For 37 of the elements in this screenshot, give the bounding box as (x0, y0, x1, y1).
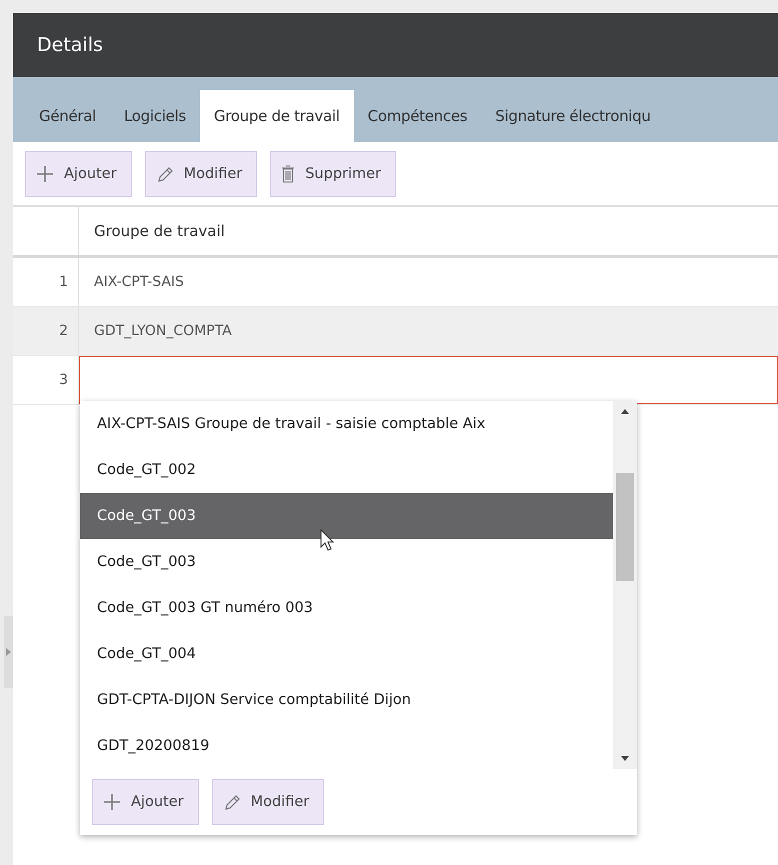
dropdown-option[interactable]: Code_GT_004 (80, 631, 613, 677)
scrollbar[interactable] (613, 401, 637, 769)
row-number: 2 (59, 323, 68, 339)
add-button[interactable]: Ajouter (25, 150, 132, 196)
dropdown-option[interactable]: GDT-CPTA-DIJON Service comptabilité Dijon (80, 677, 613, 723)
table-row[interactable]: 2 GDT_LYON_COMPTA (13, 307, 778, 356)
column-header: Groupe de travail (94, 222, 225, 240)
row-number: 1 (59, 274, 68, 290)
table-cell: GDT_LYON_COMPTA (94, 323, 232, 339)
row-number: 3 (59, 372, 68, 388)
table-row[interactable]: 3 (13, 356, 778, 405)
trash-icon (281, 164, 296, 182)
dropdown-option[interactable]: Code_GT_003 (80, 539, 613, 585)
edit-button[interactable]: Modifier (144, 150, 258, 196)
add-button[interactable]: Ajouter (92, 779, 199, 825)
tab[interactable]: Logiciels (110, 90, 200, 142)
dropdown-option[interactable]: GDT_20200819 (80, 723, 613, 769)
dropdown-option[interactable]: Code_GT_003 GT numéro 003 (80, 585, 613, 631)
scroll-up-icon[interactable] (621, 409, 629, 414)
scroll-down-icon[interactable] (621, 756, 629, 761)
mouse-cursor-icon (320, 529, 334, 551)
dropdown-option[interactable]: Code_GT_003 (80, 493, 613, 539)
edit-button[interactable]: Modifier (212, 779, 324, 825)
tab[interactable]: Groupe de travail (200, 90, 354, 142)
pencil-icon (222, 793, 241, 811)
plus-icon (36, 164, 54, 182)
window-title: Details (37, 34, 103, 56)
plus-icon (103, 793, 121, 811)
pencil-icon (156, 164, 174, 182)
dropdown-option[interactable]: Code_GT_002 (80, 447, 613, 493)
tab[interactable]: Signature électroniqu (481, 90, 665, 142)
delete-button[interactable]: Supprimer (270, 150, 396, 196)
side-handle[interactable] (4, 616, 13, 688)
tab[interactable]: Général (25, 90, 110, 142)
tab[interactable]: Compétences (354, 90, 482, 142)
table-cell: AIX-CPT-SAIS (94, 274, 184, 290)
scrollbar-thumb[interactable] (616, 473, 634, 581)
